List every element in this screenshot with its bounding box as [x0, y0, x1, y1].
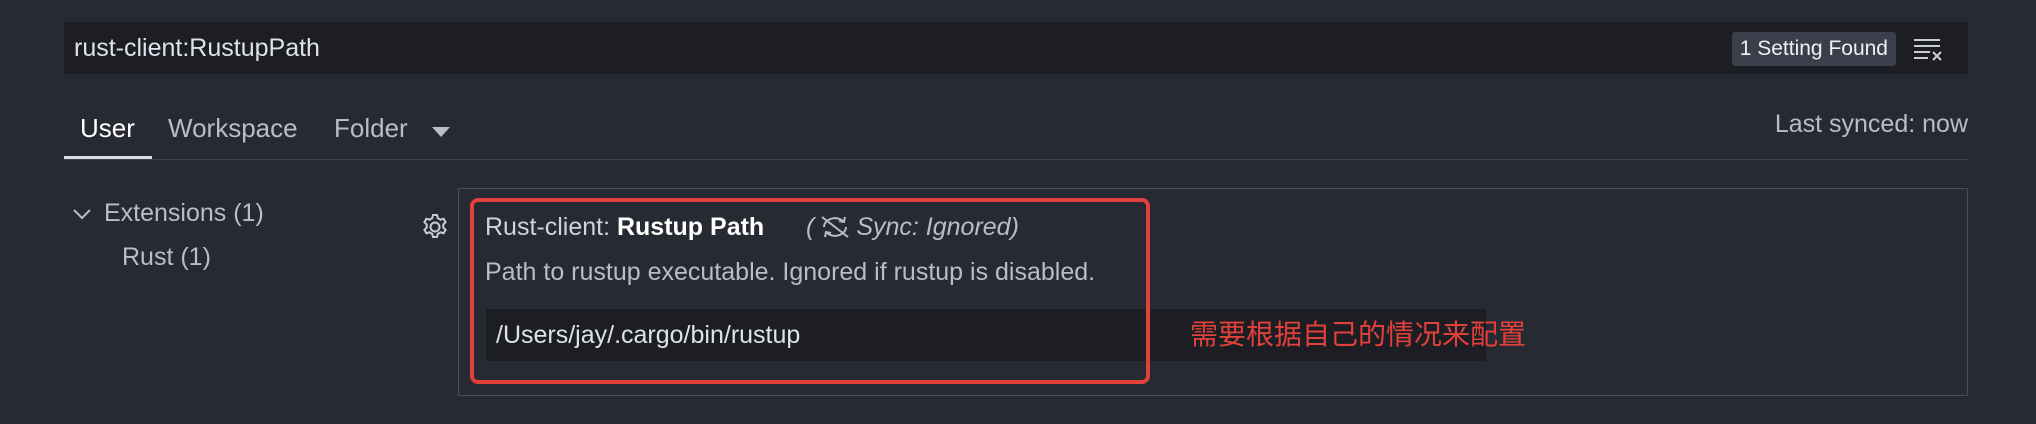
- annotation-highlight-box: [470, 198, 1150, 384]
- settings-page: 1 Setting Found User Workspace Folder La…: [0, 0, 2036, 424]
- tab-folder[interactable]: Folder: [334, 100, 408, 158]
- chevron-down-icon: [73, 209, 91, 220]
- last-synced-status: Last synced: now: [1774, 110, 1968, 138]
- result-count-badge: 1 Setting Found: [1731, 32, 1896, 66]
- tree-item-rust[interactable]: Rust (1): [122, 240, 211, 274]
- tab-user[interactable]: User: [80, 100, 135, 158]
- tabs-divider: [64, 159, 1968, 160]
- settings-search-bar: 1 Setting Found: [64, 22, 1968, 74]
- tree-group-label: Extensions (1): [104, 199, 264, 227]
- gear-icon[interactable]: [420, 212, 450, 242]
- clear-filter-icon[interactable]: [1912, 36, 1944, 62]
- tree-group-extensions[interactable]: Extensions (1): [72, 196, 264, 230]
- folder-dropdown-icon[interactable]: [431, 126, 451, 138]
- annotation-note: 需要根据自己的情况来配置: [1190, 319, 1527, 350]
- settings-search-input[interactable]: [74, 22, 1574, 74]
- tab-workspace[interactable]: Workspace: [168, 100, 298, 158]
